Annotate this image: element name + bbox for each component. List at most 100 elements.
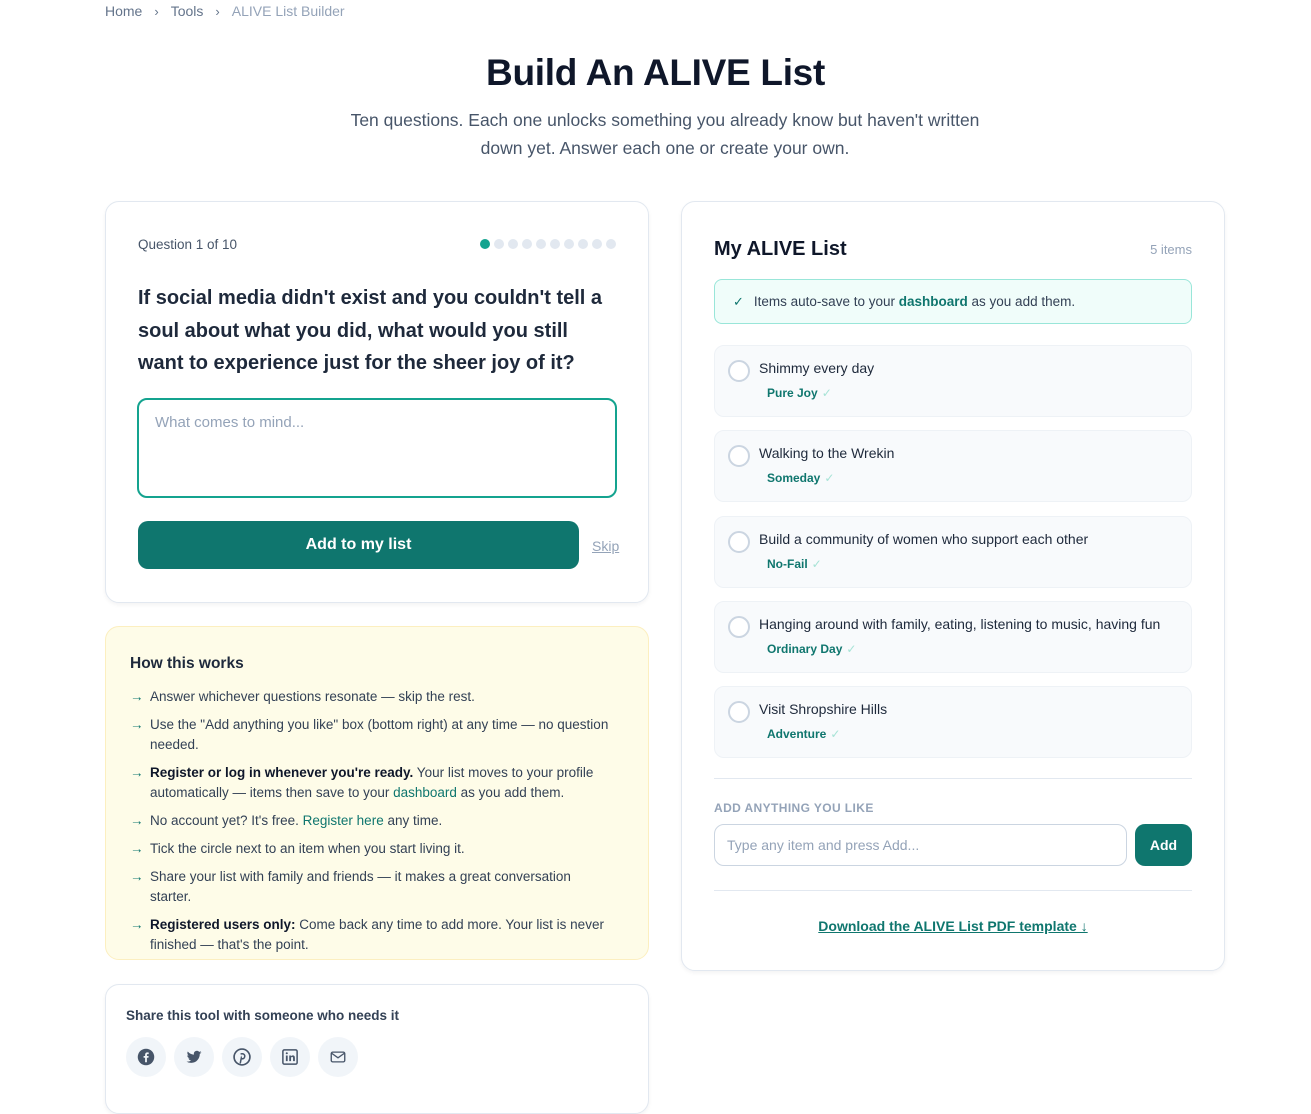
how-item-text: Share your list with family and friends … <box>150 869 571 904</box>
dashboard-link[interactable]: dashboard <box>899 294 968 309</box>
item-count: 5 items <box>1150 242 1192 257</box>
item-text: Shimmy every day <box>759 360 875 376</box>
list-item: Walking to the Wrekin Someday ✓ <box>714 430 1192 502</box>
tick-icon: ✓ <box>824 471 835 485</box>
item-text: Build a community of women who support e… <box>759 531 1089 547</box>
autosave-text: as you add them. <box>971 294 1076 309</box>
answer-input[interactable] <box>137 398 617 498</box>
list-item: → Register or log in whenever you're read… <box>130 763 610 803</box>
skip-link[interactable]: Skip <box>592 538 619 554</box>
breadcrumb-separator-icon: › <box>215 3 220 19</box>
how-item-text: Use the "Add anything you like" box (bot… <box>150 717 609 752</box>
item-tag: Adventure ✓ <box>767 727 840 741</box>
progress-dot <box>592 239 602 249</box>
pinterest-icon[interactable] <box>222 1037 262 1077</box>
tick-icon: ✓ <box>821 386 832 400</box>
progress-dot <box>508 239 518 249</box>
add-anything-button[interactable]: Add <box>1135 824 1192 866</box>
complete-toggle-circle[interactable] <box>728 616 750 638</box>
page-title: Build An ALIVE List <box>486 52 825 93</box>
arrow-icon: → <box>130 717 144 732</box>
item-tag-label: Someday <box>767 471 821 485</box>
email-icon[interactable] <box>318 1037 358 1077</box>
progress-dot <box>578 239 588 249</box>
facebook-icon[interactable] <box>126 1037 166 1077</box>
download-pdf-link[interactable]: Download the ALIVE List PDF template ↓ <box>682 918 1224 934</box>
breadcrumb-tools[interactable]: Tools <box>171 3 204 19</box>
how-item-text: as you add them. <box>456 785 565 800</box>
how-this-works-title: How this works <box>130 655 244 672</box>
list-item: Build a community of women who support e… <box>714 516 1192 588</box>
progress-dot <box>522 239 532 249</box>
how-this-works-list: → Answer whichever questions resonate — s… <box>130 687 610 963</box>
item-tag-label: No-Fail <box>767 557 808 571</box>
complete-toggle-circle[interactable] <box>728 360 750 382</box>
item-tag: No-Fail ✓ <box>767 557 822 571</box>
list-item: → Tick the circle next to an item when yo… <box>130 839 610 859</box>
arrow-icon: → <box>130 689 144 704</box>
list-item: → Use the "Add anything you like" box (bo… <box>130 715 610 755</box>
alive-list-card: My ALIVE List 5 items ✓ Items auto-save … <box>681 201 1225 971</box>
question-progress-label: Question 1 of 10 <box>138 237 238 252</box>
breadcrumb-home[interactable]: Home <box>105 3 142 19</box>
item-text: Hanging around with family, eating, list… <box>759 616 1161 632</box>
complete-toggle-circle[interactable] <box>728 531 750 553</box>
progress-dot <box>550 239 560 249</box>
breadcrumb-separator-icon: › <box>154 3 159 19</box>
tick-icon: ✓ <box>830 727 841 741</box>
share-title: Share this tool with someone who needs i… <box>126 1008 400 1023</box>
linkedin-icon[interactable] <box>270 1037 310 1077</box>
tick-icon: ✓ <box>811 557 822 571</box>
how-item-bold: Registered users only: <box>150 917 296 932</box>
check-icon: ✓ <box>733 293 744 309</box>
dashboard-link[interactable]: dashboard <box>393 785 457 800</box>
arrow-icon: → <box>130 813 144 828</box>
list-item: → Answer whichever questions resonate — s… <box>130 687 610 707</box>
item-tag: Someday ✓ <box>767 471 834 485</box>
item-tag-label: Pure Joy <box>767 386 818 400</box>
autosave-text: Items auto-save to your <box>753 294 895 309</box>
complete-toggle-circle[interactable] <box>728 445 750 467</box>
arrow-icon: → <box>130 917 144 932</box>
list-item: Visit Shropshire Hills Adventure ✓ <box>714 686 1192 758</box>
how-item-text: No account yet? It's free. <box>150 813 303 828</box>
list-item: → Registered users only: Come back any ti… <box>130 915 610 955</box>
item-text: Walking to the Wrekin <box>759 445 895 461</box>
progress-dot <box>494 239 504 249</box>
twitter-icon[interactable] <box>174 1037 214 1077</box>
item-tag: Ordinary Day ✓ <box>767 642 856 656</box>
how-item-text: Tick the circle next to an item when you… <box>150 841 465 856</box>
add-anything-input[interactable] <box>714 824 1127 866</box>
item-text: Visit Shropshire Hills <box>759 701 888 717</box>
question-progress-dots <box>480 239 616 249</box>
item-tag-label: Ordinary Day <box>767 642 843 656</box>
arrow-icon: → <box>130 765 144 780</box>
arrow-icon: → <box>130 869 144 884</box>
arrow-icon: → <box>130 841 144 856</box>
add-to-list-button[interactable]: Add to my list <box>138 521 579 569</box>
how-item-bold: Register or log in whenever you're ready… <box>150 765 414 780</box>
complete-toggle-circle[interactable] <box>728 701 750 723</box>
progress-dot <box>536 239 546 249</box>
item-tag-label: Adventure <box>767 727 827 741</box>
divider <box>714 778 1192 779</box>
page-subtitle: Ten questions. Each one unlocks somethin… <box>350 110 980 158</box>
progress-dot <box>564 239 574 249</box>
how-this-works-panel: How this works → Answer whichever questio… <box>105 626 649 960</box>
progress-dot <box>480 239 490 249</box>
add-anything-label: ADD ANYTHING YOU LIKE <box>714 801 874 815</box>
item-tag: Pure Joy ✓ <box>767 386 832 400</box>
list-item: Shimmy every day Pure Joy ✓ <box>714 345 1192 417</box>
share-icons <box>126 1037 358 1077</box>
how-item-text: any time. <box>383 813 443 828</box>
register-link[interactable]: Register here <box>303 813 384 828</box>
list-item: → No account yet? It's free. Register her… <box>130 811 610 831</box>
breadcrumb: Home › Tools › ALIVE List Builder <box>105 3 345 19</box>
question-card: Question 1 of 10 If social media didn't … <box>105 201 649 603</box>
list-title: My ALIVE List <box>714 238 847 260</box>
list-item: → Share your list with family and friends… <box>130 867 610 907</box>
autosave-notice: ✓ Items auto-save to your dashboard as y… <box>714 279 1192 324</box>
tick-icon: ✓ <box>846 642 857 656</box>
how-item-text: Answer whichever questions resonate — sk… <box>150 689 475 704</box>
divider <box>714 890 1192 891</box>
